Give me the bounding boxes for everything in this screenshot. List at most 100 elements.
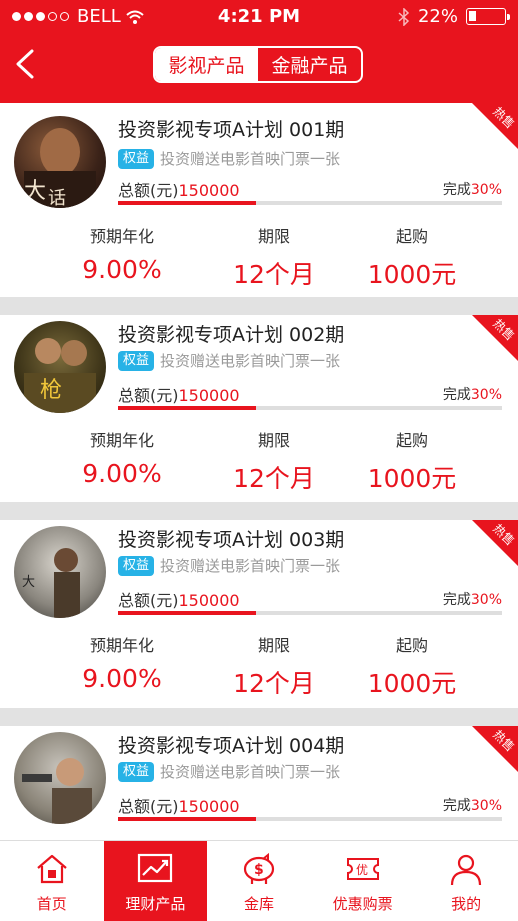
- battery-icon: [466, 8, 510, 25]
- total-value: 150000: [178, 797, 240, 816]
- total-label: 总额(元): [118, 797, 179, 816]
- product-card[interactable]: 大 投资影视专项A计划 003期 权益 投资赠送电影首映门票一张 总额(元)15…: [0, 520, 518, 708]
- tab-finance[interactable]: 理财产品: [103, 841, 208, 921]
- app-header: BELL 4:21 PM 22% 影视产品 金融产品: [0, 0, 518, 103]
- total-amount: 总额(元)150000: [118, 382, 240, 406]
- home-icon: [37, 854, 67, 884]
- svg-text:枪: 枪: [40, 378, 62, 403]
- product-title: 投资影视专项A计划 004期: [118, 735, 345, 757]
- product-title: 投资影视专项A计划 003期: [118, 529, 345, 551]
- annual-yield: 预期年化 9.00%: [47, 223, 197, 284]
- movie-poster-avatar: 枪: [14, 321, 106, 413]
- min-purchase: 起购 1000元: [337, 427, 487, 495]
- svg-text:大: 大: [22, 575, 35, 590]
- svg-text:优: 优: [356, 863, 368, 877]
- total-amount: 总额(元)150000: [118, 793, 240, 817]
- term-value: 12个月: [233, 464, 315, 493]
- svg-text:话: 话: [48, 188, 66, 208]
- term: 期限 12个月: [199, 223, 349, 291]
- tab-finance-products[interactable]: 金融产品: [258, 48, 361, 81]
- hot-sale-badge: 热售: [472, 726, 518, 772]
- done-value: 30%: [470, 592, 502, 608]
- product-card[interactable]: 投资影视专项A计划 004期 权益 投资赠送电影首映门票一张 总额(元)1500…: [0, 726, 518, 840]
- gift-text: 投资赠送电影首映门票一张: [160, 150, 341, 168]
- product-card[interactable]: 枪 投资影视专项A计划 002期 权益 投资赠送电影首映门票一张 总额(元)15…: [0, 315, 518, 502]
- total-label: 总额(元): [118, 591, 179, 610]
- tab-home[interactable]: 首页: [0, 841, 104, 921]
- tab-profile-label: 我的: [451, 895, 482, 913]
- term-label: 期限: [257, 431, 290, 450]
- total-amount: 总额(元)150000: [118, 587, 240, 611]
- progress-fill: [118, 817, 257, 821]
- benefit-tag: 权益: [118, 556, 155, 576]
- status-bar: BELL 4:21 PM 22%: [0, 0, 518, 34]
- bottom-tab-bar: 首页 理财产品 $ 金库 优 优惠购票 我的: [0, 840, 518, 921]
- status-right: 22%: [398, 6, 510, 27]
- tab-tickets[interactable]: 优 优惠购票: [311, 841, 415, 921]
- tab-tickets-label: 优惠购票: [332, 895, 393, 913]
- annual-yield-label: 预期年化: [89, 227, 154, 246]
- progress-fill: [118, 406, 257, 410]
- annual-yield: 预期年化 9.00%: [47, 632, 197, 693]
- product-card[interactable]: 大 话 投资影视专项A计划 001期 权益 投资赠送电影首映门票一张 总额(元)…: [0, 103, 518, 297]
- min-purchase-label: 起购: [395, 431, 428, 450]
- done-label: 完成: [442, 798, 471, 814]
- term-label: 期限: [257, 227, 290, 246]
- done-label: 完成: [442, 592, 471, 608]
- benefit-tag: 权益: [118, 149, 155, 169]
- benefit-tag: 权益: [118, 351, 155, 371]
- done-value: 30%: [470, 182, 502, 198]
- done-label: 完成: [442, 387, 471, 403]
- min-purchase-value: 1000元: [367, 464, 457, 493]
- term: 期限 12个月: [199, 632, 349, 700]
- poster-art-icon: 枪: [24, 338, 96, 413]
- product-title: 投资影视专项A计划 002期: [118, 324, 345, 346]
- chart-icon: [138, 853, 173, 883]
- card-separator: [0, 297, 518, 315]
- battery-level: [469, 11, 476, 21]
- min-purchase: 起购 1000元: [337, 223, 487, 291]
- card-separator: [0, 502, 518, 520]
- bluetooth-icon: [398, 7, 410, 26]
- hot-sale-badge: 热售: [472, 520, 518, 566]
- term-value: 12个月: [233, 260, 315, 289]
- tab-vault[interactable]: $ 金库: [207, 841, 311, 921]
- tab-home-label: 首页: [36, 895, 67, 913]
- completion: 完成30%: [443, 795, 502, 815]
- battery-label: 22%: [417, 6, 458, 27]
- tab-vault-label: 金库: [243, 895, 274, 913]
- min-purchase-label: 起购: [395, 227, 428, 246]
- total-amount: 总额(元)150000: [118, 177, 240, 201]
- annual-yield-label: 预期年化: [89, 431, 154, 450]
- user-icon: [451, 854, 482, 886]
- hot-sale-badge: 热售: [472, 103, 518, 149]
- completion: 完成30%: [443, 384, 502, 404]
- completion: 完成30%: [443, 179, 502, 199]
- annual-yield-value: 9.00%: [82, 664, 162, 693]
- progress-bar: [118, 406, 502, 410]
- gift-text: 投资赠送电影首映门票一张: [160, 352, 341, 370]
- gift-text: 投资赠送电影首映门票一张: [160, 763, 341, 781]
- total-value: 150000: [178, 591, 240, 610]
- min-purchase-label: 起购: [395, 636, 428, 655]
- done-value: 30%: [470, 798, 502, 814]
- tab-film-products[interactable]: 影视产品: [155, 48, 258, 81]
- term: 期限 12个月: [199, 427, 349, 495]
- product-title: 投资影视专项A计划 001期: [118, 119, 345, 141]
- gift-text: 投资赠送电影首映门票一张: [160, 557, 341, 575]
- total-label: 总额(元): [118, 181, 179, 200]
- term-value: 12个月: [233, 669, 315, 698]
- tab-finance-label: 理财产品: [125, 895, 186, 913]
- done-value: 30%: [470, 387, 502, 403]
- term-label: 期限: [257, 636, 290, 655]
- tab-profile[interactable]: 我的: [414, 841, 518, 921]
- poster-art-icon: 大: [22, 548, 80, 618]
- progress-fill: [118, 611, 257, 615]
- progress-bar: [118, 817, 502, 821]
- back-button[interactable]: [8, 44, 42, 84]
- category-tabs: 影视产品 金融产品: [153, 46, 363, 83]
- movie-poster-avatar: 大 话: [14, 116, 106, 208]
- annual-yield-value: 9.00%: [82, 459, 162, 488]
- ticket-icon: 优: [346, 858, 379, 880]
- total-value: 150000: [178, 181, 240, 200]
